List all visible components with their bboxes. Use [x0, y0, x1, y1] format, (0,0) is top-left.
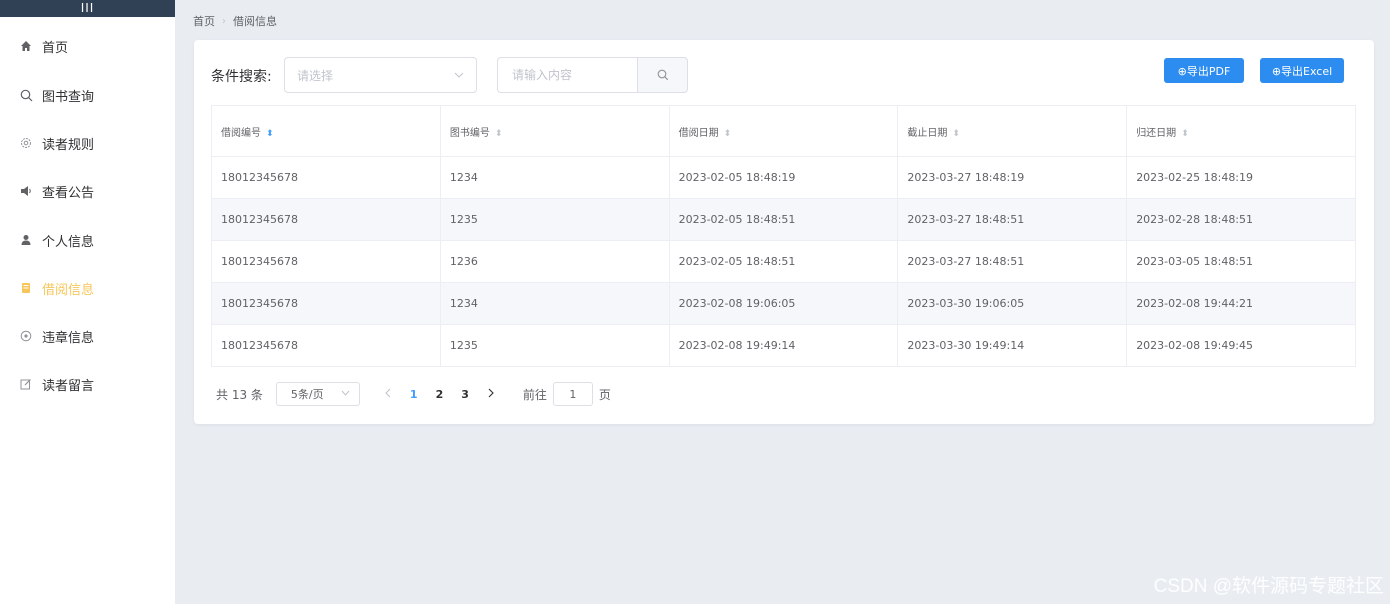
export-pdf-button[interactable]: ⊕导出PDF — [1164, 58, 1244, 83]
sidebar-item-label: 借阅信息 — [42, 282, 95, 298]
cell-borrow-date: 2023-02-08 19:49:14 — [669, 324, 899, 367]
goto-suffix: 页 — [598, 387, 611, 402]
pagination-total: 共 13 条 — [216, 387, 263, 402]
sidebar-toggle-button[interactable]: III — [0, 0, 175, 17]
page-number[interactable]: 3 — [461, 388, 469, 401]
table-header-row: 借阅编号 ⬍ 图书编号 ⬍ 借阅日期 ⬍ 截止日期 ⬍ 归还日期 ⬍ — [211, 105, 1356, 157]
breadcrumb: 首页 › 借阅信息 — [193, 13, 277, 29]
sidebar-item-reader-rules[interactable]: 读者规则 — [0, 128, 175, 158]
cell-due-date: 2023-03-27 18:48:19 — [897, 156, 1128, 199]
table-row[interactable]: 18012345678 1235 2023-02-05 18:48:51 202… — [211, 198, 1356, 241]
cell-borrow-id: 18012345678 — [211, 198, 441, 241]
cell-return-date: 2023-02-08 19:44:21 — [1126, 282, 1356, 325]
sidebar-item-announcements[interactable]: 查看公告 — [0, 176, 175, 206]
table-row[interactable]: 18012345678 1234 2023-02-05 18:48:19 202… — [211, 156, 1356, 199]
sidebar-item-violations[interactable]: 违章信息 — [0, 321, 175, 351]
select-placeholder: 请选择 — [297, 68, 334, 83]
sidebar-item-home[interactable]: 首页 — [0, 31, 175, 61]
table-row[interactable]: 18012345678 1236 2023-02-05 18:48:51 202… — [211, 240, 1356, 283]
sort-icon[interactable]: ⬍ — [1181, 129, 1189, 139]
sort-icon[interactable]: ⬍ — [266, 129, 274, 139]
chevron-right-icon — [488, 388, 494, 397]
breadcrumb-home[interactable]: 首页 — [193, 13, 215, 29]
cell-return-date: 2023-02-08 19:49:45 — [1126, 324, 1356, 367]
content-card: 条件搜索: 请选择 ⊕导出PDF ⊕导出Excel 借阅编号⬍ 图书编号⬍ 借阅… — [194, 40, 1374, 424]
search-button[interactable] — [637, 57, 688, 93]
export-excel-button[interactable]: ⊕导出Excel — [1260, 58, 1344, 83]
cell-borrow-date: 2023-02-05 18:48:51 — [669, 198, 899, 241]
chevron-down-icon — [341, 389, 350, 399]
pagination: 共 13 条 5条/页 1 2 3 前往 页 — [216, 382, 611, 406]
home-icon — [19, 39, 33, 53]
borrow-table: 借阅编号 ⬍ 图书编号 ⬍ 借阅日期 ⬍ 截止日期 ⬍ 归还日期 ⬍ 1801234567… — [211, 105, 1356, 367]
cell-book-id: 1234 — [440, 282, 670, 325]
sidebar-item-borrow-info[interactable]: 借阅信息 — [0, 273, 175, 303]
sidebar-item-book-search[interactable]: 图书查询 — [0, 80, 175, 110]
document-icon — [19, 281, 33, 295]
sidebar-item-label: 违章信息 — [42, 330, 95, 346]
sidebar: III 首页 图书查询 读者规则 查看公告 个人信息 借阅信息 违章信息 读者留… — [0, 0, 175, 604]
cell-book-id: 1235 — [440, 198, 670, 241]
breadcrumb-separator-icon: › — [222, 15, 226, 27]
goto-label: 前往 — [522, 387, 547, 402]
cell-due-date: 2023-03-30 19:06:05 — [897, 282, 1128, 325]
speaker-icon — [19, 184, 33, 198]
table-row[interactable]: 18012345678 1235 2023-02-08 19:49:14 202… — [211, 324, 1356, 367]
edit-icon — [19, 377, 33, 391]
cell-book-id: 1234 — [440, 156, 670, 199]
search-icon — [19, 88, 33, 102]
goto-page-input[interactable] — [552, 382, 593, 406]
cell-borrow-date: 2023-02-05 18:48:51 — [669, 240, 899, 283]
column-header-return-date[interactable]: 归还日期 ⬍ — [1126, 105, 1356, 157]
condition-select[interactable]: 请选择 — [284, 57, 477, 93]
cell-return-date: 2023-02-25 18:48:19 — [1126, 156, 1356, 199]
page-size-select[interactable]: 5条/页 — [275, 382, 360, 406]
cell-book-id: 1236 — [440, 240, 670, 283]
page-number[interactable]: 2 — [436, 388, 444, 401]
search-label: 条件搜索: — [211, 69, 272, 85]
cell-borrow-date: 2023-02-05 18:48:19 — [669, 156, 899, 199]
watermark: CSDN @软件源码专题社区 — [1153, 576, 1384, 597]
cell-book-id: 1235 — [440, 324, 670, 367]
breadcrumb-current: 借阅信息 — [233, 15, 277, 28]
chevron-down-icon — [454, 70, 464, 81]
page-size-value: 5条/页 — [290, 388, 324, 401]
table-row[interactable]: 18012345678 1234 2023-02-08 19:06:05 202… — [211, 282, 1356, 325]
cell-due-date: 2023-03-27 18:48:51 — [897, 198, 1128, 241]
sidebar-item-label: 首页 — [42, 40, 69, 56]
cell-due-date: 2023-03-30 19:49:14 — [897, 324, 1128, 367]
sidebar-item-reader-messages[interactable]: 读者留言 — [0, 369, 175, 399]
search-icon — [657, 66, 669, 85]
sort-icon[interactable]: ⬍ — [952, 129, 960, 139]
cell-return-date: 2023-03-05 18:48:51 — [1126, 240, 1356, 283]
sidebar-item-label: 图书查询 — [42, 89, 95, 105]
settings-icon — [19, 136, 33, 150]
page-number[interactable]: 1 — [410, 388, 418, 401]
column-header-borrow-id[interactable]: 借阅编号 ⬍ — [211, 105, 441, 157]
sidebar-item-label: 读者留言 — [42, 378, 95, 394]
chevron-left-icon — [385, 388, 391, 397]
sidebar-item-label: 读者规则 — [42, 137, 95, 153]
cell-borrow-id: 18012345678 — [211, 156, 441, 199]
sidebar-item-label: 查看公告 — [42, 185, 95, 201]
column-header-borrow-date[interactable]: 借阅日期 ⬍ — [669, 105, 899, 157]
cell-borrow-id: 18012345678 — [211, 282, 441, 325]
warning-icon — [19, 329, 33, 343]
sidebar-item-personal-info[interactable]: 个人信息 — [0, 225, 175, 255]
cell-due-date: 2023-03-27 18:48:51 — [897, 240, 1128, 283]
cell-return-date: 2023-02-28 18:48:51 — [1126, 198, 1356, 241]
cell-borrow-date: 2023-02-08 19:06:05 — [669, 282, 899, 325]
user-icon — [19, 233, 33, 247]
prev-page-button[interactable] — [384, 388, 391, 401]
search-input[interactable] — [497, 57, 638, 93]
sort-icon[interactable]: ⬍ — [724, 129, 732, 139]
next-page-button[interactable] — [488, 388, 495, 401]
column-header-due-date[interactable]: 截止日期 ⬍ — [897, 105, 1128, 157]
cell-borrow-id: 18012345678 — [211, 240, 441, 283]
sidebar-item-label: 个人信息 — [42, 234, 95, 250]
column-header-book-id[interactable]: 图书编号 ⬍ — [440, 105, 670, 157]
sort-icon[interactable]: ⬍ — [495, 129, 503, 139]
cell-borrow-id: 18012345678 — [211, 324, 441, 367]
